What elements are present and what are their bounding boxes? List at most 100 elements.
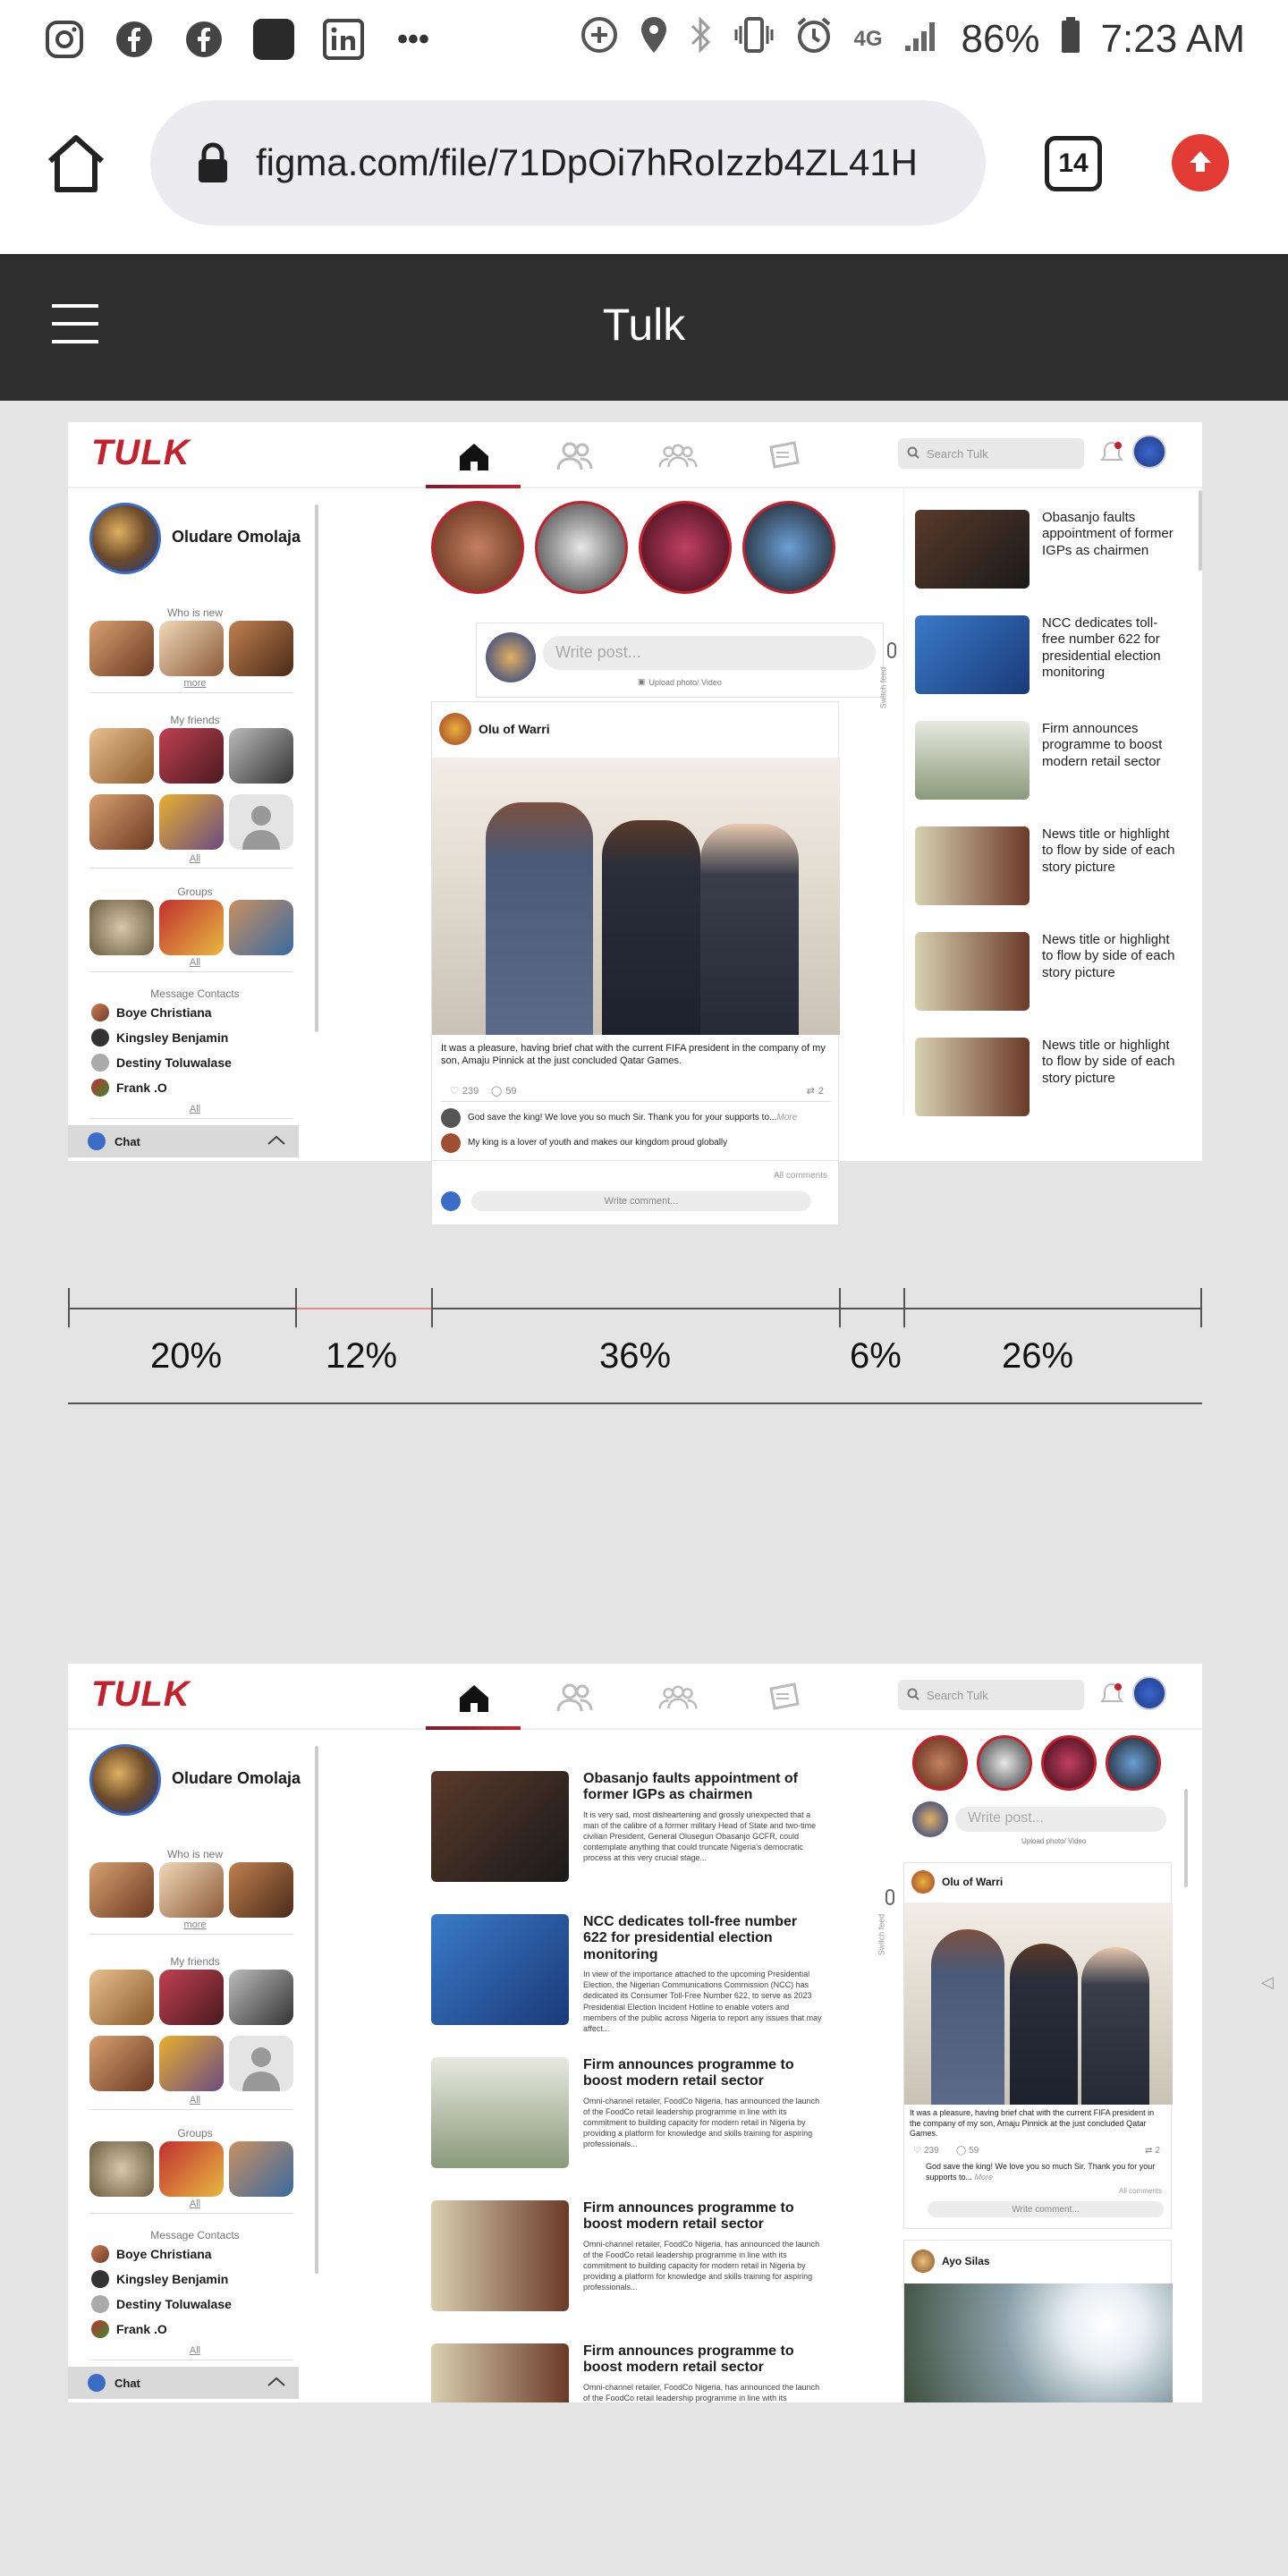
poster-avatar[interactable] [486,632,536,682]
friend-thumb[interactable] [229,1970,293,2025]
contact-item[interactable]: Kingsley Benjamin [91,1029,228,1046]
tab-switcher-button[interactable]: 14 [1045,136,1102,191]
write-post-input[interactable]: Write post... [955,1807,1166,1832]
friends-nav-icon[interactable] [555,1680,595,1716]
home-nav-icon[interactable] [454,438,494,474]
news-item[interactable]: News title or highlight to flow by side … [915,1038,1181,1116]
contact-item[interactable]: Boye Christiana [91,1004,212,1021]
story-avatar[interactable] [1041,1735,1097,1791]
story-avatar[interactable] [639,501,732,594]
new-user-thumb[interactable] [229,1862,293,1918]
chat-bar[interactable]: Chat [68,1125,299,1157]
commenter-avatar[interactable] [441,1133,461,1153]
story-avatar[interactable] [742,501,835,594]
contacts-all-link[interactable]: All [68,2345,322,2356]
story-avatar[interactable] [912,1735,968,1791]
profile-avatar[interactable] [89,503,161,574]
friends-all-link[interactable]: All [68,2095,322,2106]
friend-placeholder-thumb[interactable] [229,794,293,850]
post-author-avatar[interactable] [439,713,471,745]
user-avatar[interactable] [1132,435,1166,469]
post-photo[interactable] [904,2284,1173,2402]
contact-item[interactable]: Frank .O [91,2320,167,2338]
new-user-thumb[interactable] [159,621,224,676]
new-user-thumb[interactable] [89,1862,154,1918]
comment-more-link[interactable]: More [776,1113,797,1123]
chevron-up-icon[interactable] [267,1135,286,1148]
profile-name[interactable]: Oludare Omolaja [172,528,301,547]
news-nav-icon[interactable] [764,1680,803,1716]
group-thumb[interactable] [229,900,293,955]
group-thumb[interactable] [89,900,154,955]
upload-label[interactable]: Upload photo/ Video [1021,1837,1086,1845]
comment-count[interactable]: ◯ 59 [491,1085,517,1097]
contact-item[interactable]: Destiny Toluwalase [91,2295,232,2313]
home-nav-icon[interactable] [454,1680,494,1716]
feed-item[interactable]: Firm announces programme to boost modern… [431,2200,825,2311]
chevron-up-icon[interactable] [267,2377,286,2390]
contact-item[interactable]: Destiny Toluwalase [91,1054,232,1072]
friend-thumb[interactable] [159,1970,224,2025]
friend-thumb[interactable] [159,794,224,850]
friend-placeholder-thumb[interactable] [229,2036,293,2091]
switch-feed-toggle[interactable]: Switch feed [877,1889,898,1970]
news-item[interactable]: Obasanjo faults appointment of former IG… [915,510,1181,589]
group-thumb[interactable] [89,2141,154,2197]
search-box[interactable]: Search Tulk [898,438,1084,469]
news-item[interactable]: NCC dedicates toll-free number 622 for p… [915,615,1181,694]
friend-thumb[interactable] [89,1970,154,2025]
story-avatar[interactable] [535,501,628,594]
story-avatar[interactable] [977,1735,1032,1791]
friend-thumb[interactable] [159,2036,224,2091]
group-thumb[interactable] [159,900,224,955]
like-count[interactable]: ♡ 239 [913,2146,939,2156]
post-author[interactable]: Ayo Silas [942,2255,990,2267]
new-user-thumb[interactable] [159,1862,224,1918]
profile-avatar[interactable] [89,1744,161,1816]
who-is-new-more-link[interactable]: more [68,678,322,689]
home-icon[interactable] [45,132,107,198]
all-comments-link[interactable]: All comments [1119,2187,1162,2196]
friend-thumb[interactable] [89,2036,154,2091]
groups-nav-icon[interactable] [658,438,698,474]
post-author[interactable]: Olu of Warri [942,1876,1003,1888]
share-count[interactable]: ⇄ 2 [807,1085,824,1097]
post-author-avatar[interactable] [911,2250,935,2273]
search-box[interactable]: Search Tulk [898,1680,1084,1710]
who-is-new-more-link[interactable]: more [68,1919,322,1930]
upload-photo-video[interactable]: ▣ Upload photo/ Video [638,677,722,687]
news-item[interactable]: News title or highlight to flow by side … [915,826,1181,905]
groups-nav-icon[interactable] [658,1680,698,1716]
sidebar-scrollbar[interactable] [315,1746,318,2274]
news-nav-icon[interactable] [764,438,803,474]
news-item[interactable]: Firm announces programme to boost modern… [915,721,1181,800]
poster-avatar[interactable] [912,1801,948,1837]
comment-more-link[interactable]: More [975,2173,994,2182]
contact-item[interactable]: Frank .O [91,1079,167,1097]
friends-nav-icon[interactable] [555,438,595,474]
commenter-avatar[interactable] [441,1108,461,1128]
news-item[interactable]: News title or highlight to flow by side … [915,932,1181,1011]
group-thumb[interactable] [159,2141,224,2197]
friend-thumb[interactable] [89,728,154,784]
url-bar[interactable]: figma.com/file/71DpOi7hRoIzzb4ZL41H [150,100,986,225]
post-photo[interactable] [904,1902,1173,2105]
contacts-all-link[interactable]: All [68,1104,322,1114]
profile-name[interactable]: Oludare Omolaja [172,1769,301,1788]
write-comment-input[interactable]: Write comment... [928,2201,1164,2217]
update-icon[interactable] [1172,134,1229,191]
sidebar-scrollbar[interactable] [315,504,318,1032]
right-scrollbar[interactable] [1184,1789,1188,1887]
friend-thumb[interactable] [229,728,293,784]
groups-all-link[interactable]: All [68,2199,322,2209]
write-post-input[interactable]: Write post... [543,636,876,670]
post-author-avatar[interactable] [911,1870,935,1894]
share-count[interactable]: ⇄ 2 [1145,2146,1160,2156]
bell-icon[interactable] [1100,440,1123,471]
story-avatar[interactable] [1106,1735,1161,1791]
friends-all-link[interactable]: All [68,853,322,864]
friend-thumb[interactable] [159,728,224,784]
groups-all-link[interactable]: All [68,957,322,968]
post-photo[interactable] [432,758,840,1035]
new-user-thumb[interactable] [89,621,154,676]
